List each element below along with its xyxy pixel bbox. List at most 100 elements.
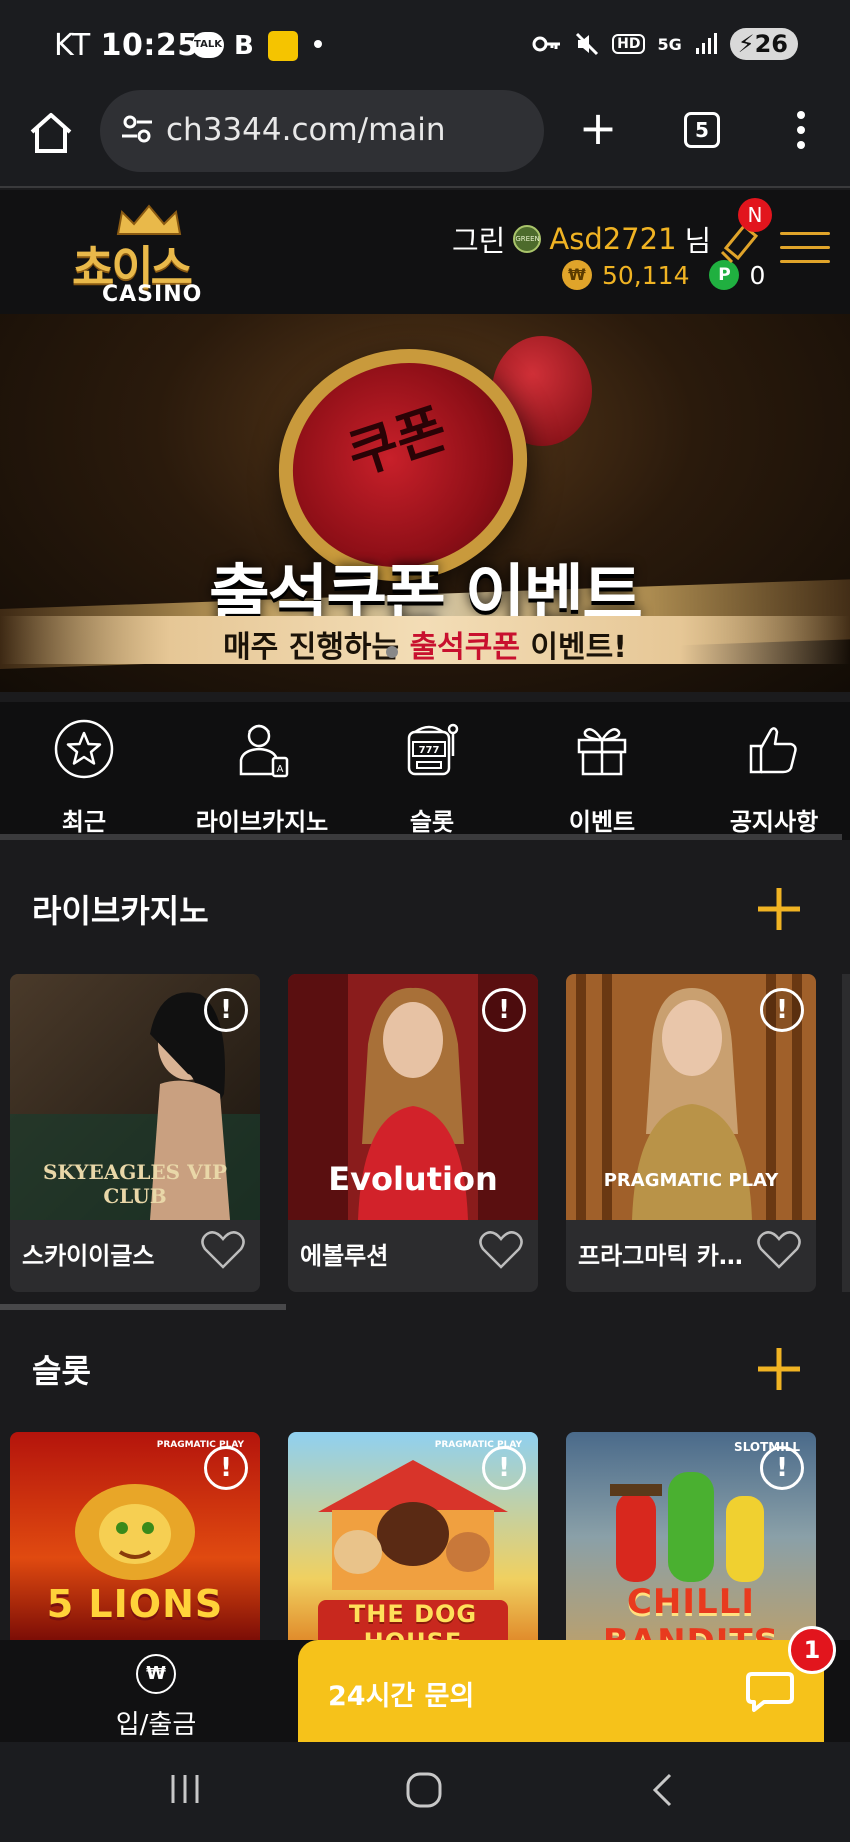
browser-toolbar: ch3344.com/main + 5	[0, 90, 850, 188]
address-bar[interactable]: ch3344.com/main	[100, 90, 544, 172]
grade-label: 그린	[452, 224, 506, 258]
more-notifications-dot	[314, 40, 322, 48]
balance-info: ₩ 50,114 P 0	[562, 260, 765, 290]
info-icon[interactable]: !	[204, 988, 248, 1032]
gift-icon	[577, 728, 627, 776]
mute-icon	[576, 32, 599, 56]
subtitle-post: 이벤트!	[519, 630, 627, 665]
notification-badge: N	[738, 198, 772, 232]
clock: 10:25	[100, 28, 199, 63]
live-casino-title: 라이브카지노	[32, 892, 209, 930]
deposit-withdraw-button[interactable]: ₩ 입/출금	[96, 1654, 216, 1741]
category-label: 최근	[61, 808, 107, 836]
card-title: 스카이이글스	[22, 1242, 155, 1270]
battery-indicator: ⚡26	[729, 28, 798, 60]
app-notification-icon	[268, 31, 298, 61]
kakaotalk-icon: TALK	[192, 32, 224, 58]
live-card-evolution[interactable]: Evolution ! 에볼루션	[288, 974, 538, 1292]
favorite-heart-icon[interactable]	[756, 1230, 802, 1270]
live-casino-scrollbar[interactable]	[0, 1304, 286, 1310]
tab-switcher-button[interactable]: 5	[684, 112, 720, 148]
dealer-icon: A	[239, 724, 289, 778]
category-event[interactable]: 이벤트	[522, 718, 682, 837]
favorite-heart-icon[interactable]	[478, 1230, 524, 1270]
next-card-peek	[842, 974, 850, 1292]
star-icon	[54, 719, 114, 779]
honorific: 님	[684, 224, 712, 258]
slot-card-dog-house[interactable]: PRAGMATIC PLAY ! THE DOG HOUSE	[288, 1432, 538, 1642]
support-chat-button[interactable]: 24시간 문의	[298, 1640, 824, 1742]
grade-badge-icon: GREEN	[513, 225, 542, 253]
status-time: KT 10:25	[54, 28, 199, 63]
home-icon[interactable]	[26, 108, 76, 158]
game-title: 5 LIONS	[46, 1582, 224, 1626]
card-brand-logo: Evolution	[328, 1160, 498, 1198]
category-recent[interactable]: 최근	[4, 718, 164, 837]
slot-title: 슬롯	[32, 1352, 91, 1390]
subtitle-highlight: 출석쿠폰	[409, 630, 520, 665]
category-live-casino[interactable]: A 라이브카지노	[182, 718, 342, 837]
support-chat-label: 24시간 문의	[328, 1681, 475, 1712]
game-title: THE DOG HOUSE	[318, 1600, 508, 1642]
category-label: 이벤트	[568, 808, 636, 836]
user-info: 그린 GREEN Asd2721 님	[452, 218, 711, 260]
info-icon[interactable]: !	[204, 1446, 248, 1490]
slot-machine-icon: 777	[407, 723, 459, 776]
key-icon	[532, 36, 561, 52]
category-label: 공지사항	[729, 808, 819, 836]
info-icon[interactable]: !	[760, 988, 804, 1032]
point-icon: P	[709, 260, 740, 290]
balance-amount: 50,114	[602, 260, 690, 290]
site-header: 쵸이스 CASINO 그린 GREEN Asd2721 님 ₩ 50,114 P…	[0, 190, 850, 314]
chat-bubble-icon	[746, 1672, 794, 1712]
svg-text:777: 777	[419, 745, 440, 756]
category-nav: 최근 A 라이브카지노 777 슬롯 이벤트 공지사항	[0, 702, 850, 840]
recent-apps-icon[interactable]	[168, 1772, 202, 1806]
card-title: 에볼루션	[300, 1242, 389, 1270]
svg-text:A: A	[277, 764, 284, 775]
live-casino-more-plus-icon[interactable]	[756, 886, 802, 932]
more-menu-icon[interactable]	[796, 110, 806, 150]
favorite-heart-icon[interactable]	[200, 1230, 246, 1270]
carrier-label: KT	[54, 28, 91, 63]
url-text: ch3344.com/main	[166, 112, 446, 148]
hamburger-menu-icon[interactable]	[780, 232, 830, 266]
live-card-skyeagles[interactable]: SKYEAGLES VIP CLUB ! 스카이이글스	[10, 974, 260, 1292]
category-notice[interactable]: 공지사항	[694, 718, 850, 837]
card-brand-logo: SKYEAGLES VIP CLUB	[42, 1160, 228, 1208]
bottom-action-bar: ₩ 입/출금 24시간 문의	[0, 1640, 850, 1742]
game-title: CHILLI BANDITS	[602, 1582, 780, 1642]
category-slot[interactable]: 777 슬롯	[352, 718, 512, 837]
slot-more-plus-icon[interactable]	[756, 1346, 802, 1392]
coin-icon: ₩	[562, 260, 592, 290]
live-card-pragmatic[interactable]: PRAGMATIC PLAY ! 프라그마틱 카…	[566, 974, 816, 1292]
category-label: 라이브카지노	[195, 808, 329, 836]
point-amount: 0	[749, 260, 766, 290]
category-label: 슬롯	[409, 808, 455, 836]
network-type: 5G	[657, 34, 682, 54]
category-scrollbar[interactable]	[0, 834, 842, 840]
card-title: 프라그마틱 카…	[578, 1242, 743, 1270]
subtitle-pre: 매주 진행하는	[223, 630, 410, 665]
chat-unread-badge: 1	[788, 1626, 836, 1674]
slot-card-5-lions[interactable]: PRAGMATIC PLAY ! 5 LIONS	[10, 1432, 260, 1642]
status-right-icons: HD 5G ⚡26	[532, 28, 798, 60]
slot-card-chilli-bandits[interactable]: SLOTMILL ! CHILLI BANDITS	[566, 1432, 816, 1642]
banner-subtitle: 매주 진행하는 출석쿠폰 이벤트!	[0, 622, 850, 666]
site-settings-icon[interactable]	[120, 112, 154, 146]
thumbs-up-icon	[749, 727, 797, 774]
hd-icon: HD	[612, 34, 646, 54]
system-navigation-bar	[0, 1742, 850, 1842]
banner-pager-dot[interactable]	[386, 646, 398, 658]
home-nav-icon[interactable]	[404, 1770, 444, 1810]
battery-level: 26	[754, 30, 788, 58]
info-icon[interactable]: !	[482, 988, 526, 1032]
info-icon[interactable]: !	[482, 1446, 526, 1490]
casino-logo[interactable]: 쵸이스 CASINO	[70, 204, 230, 307]
info-icon[interactable]: !	[760, 1446, 804, 1490]
new-tab-button[interactable]: +	[578, 105, 618, 151]
logo-english-text: CASINO	[102, 282, 203, 307]
event-banner[interactable]: 쿠폰 출석쿠폰 이벤트 매주 진행하는 출석쿠폰 이벤트!	[0, 314, 850, 692]
back-icon[interactable]	[650, 1772, 674, 1808]
b-app-icon: B	[234, 31, 254, 61]
